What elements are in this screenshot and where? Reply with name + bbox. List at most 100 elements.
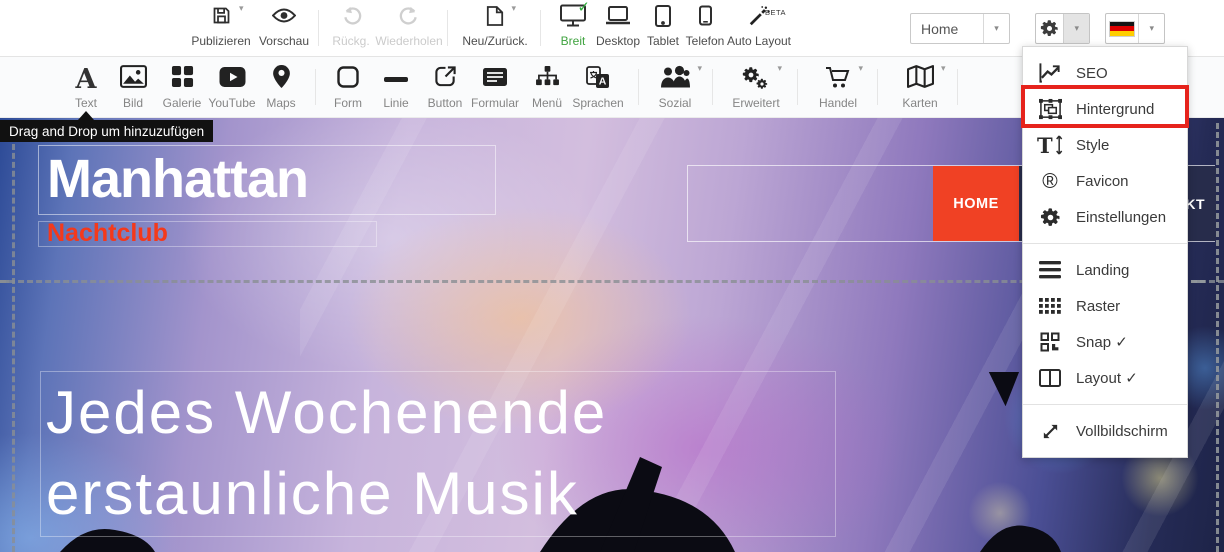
eye-icon	[272, 7, 296, 29]
insert-line-button[interactable]: Linie	[374, 65, 418, 113]
site-subtitle-element[interactable]: Nachtclub	[38, 221, 377, 247]
insert-gallery-label: Galerie	[163, 96, 202, 110]
page-icon	[486, 5, 504, 32]
undo-icon	[341, 5, 362, 31]
lines-icon	[1037, 261, 1063, 279]
viewport-tablet-button[interactable]: Tablet	[642, 5, 684, 53]
insert-languages-label: Sprachen	[572, 96, 623, 110]
insert-form-button[interactable]: Formular	[466, 65, 524, 113]
insert-button-button[interactable]: Button	[420, 65, 470, 113]
insert-cards-button[interactable]: Karten	[894, 65, 946, 113]
caret-down-icon	[697, 63, 702, 74]
insert-commerce-button[interactable]: Handel	[812, 65, 864, 113]
menu-item-einstellungen[interactable]: Einstellungen	[1023, 199, 1187, 235]
line-icon	[384, 77, 408, 82]
insert-text-button[interactable]: A Text	[64, 65, 108, 113]
insert-languages-button[interactable]: A Sprachen	[567, 65, 629, 113]
auto-layout-label: Auto Layout	[727, 34, 791, 48]
settings-gear-button-group[interactable]	[1035, 13, 1090, 44]
preview-button[interactable]: Vorschau	[258, 5, 310, 53]
site-title: Manhattan	[39, 146, 495, 210]
divider	[877, 69, 878, 105]
redo-button[interactable]: Wiederholen	[378, 5, 440, 53]
layout-columns-icon	[1037, 369, 1063, 387]
page-edge-left[interactable]	[12, 144, 15, 552]
gallery-grid-icon	[171, 65, 194, 93]
menu-item-landing[interactable]: Landing	[1023, 252, 1187, 288]
map-icon	[907, 65, 934, 93]
text-style-icon: T	[1037, 135, 1063, 156]
insert-shape-label: Form	[334, 96, 362, 110]
redo-icon	[399, 5, 420, 31]
menu-item-snap[interactable]: Snap ✓	[1023, 324, 1187, 360]
menu-label-vollbildschirm: Vollbildschirm	[1076, 423, 1168, 440]
menu-label-landing: Landing	[1076, 262, 1129, 279]
hero-text-element[interactable]: Jedes Wochenende erstaunliche Musik	[40, 371, 836, 537]
settings-caret-button[interactable]	[1063, 14, 1089, 43]
menu-label-favicon: Favicon	[1076, 173, 1129, 190]
tablet-label: Tablet	[647, 34, 679, 48]
translate-icon: A	[586, 65, 610, 94]
gear-icon[interactable]	[1036, 14, 1063, 43]
language-flag-button-group[interactable]	[1105, 13, 1165, 44]
insert-youtube-label: YouTube	[208, 96, 255, 110]
publish-label: Publizieren	[191, 34, 250, 48]
menu-item-layout[interactable]: Layout ✓	[1023, 360, 1187, 396]
viewport-phone-button[interactable]: Telefon	[682, 5, 728, 53]
menu-item-raster[interactable]: Raster	[1023, 288, 1187, 324]
german-flag-icon[interactable]	[1106, 14, 1138, 43]
map-pin-icon	[273, 65, 290, 93]
insert-gallery-button[interactable]: Galerie	[156, 65, 208, 113]
divider	[540, 10, 541, 46]
insert-image-button[interactable]: Bild	[111, 65, 155, 113]
insert-menu-button[interactable]: Menü	[525, 65, 569, 113]
menu-separator	[1023, 243, 1187, 244]
insert-maps-button[interactable]: Maps	[259, 65, 303, 113]
menu-label-einstellungen: Einstellungen	[1076, 209, 1166, 226]
site-title-element[interactable]: Manhattan	[38, 145, 496, 215]
insert-social-label: Sozial	[659, 96, 692, 110]
language-caret-button[interactable]	[1138, 14, 1164, 43]
app-window: Publizieren Vorschau Rückg. Wiederholen	[0, 0, 1224, 552]
menu-label-snap: Snap ✓	[1076, 333, 1128, 351]
new-back-button[interactable]: Neu/Zurück.	[458, 5, 532, 53]
button-arrow-icon	[434, 65, 457, 93]
text-icon: A	[76, 66, 97, 93]
insert-youtube-button[interactable]: YouTube	[207, 65, 257, 113]
auto-layout-button[interactable]: BETA Auto Layout	[726, 5, 792, 53]
section-handle-left[interactable]	[0, 280, 9, 283]
menu-item-hintergrund[interactable]: Hintergrund	[1023, 91, 1187, 127]
menu-item-seo[interactable]: SEO	[1023, 55, 1187, 91]
menu-separator	[1023, 404, 1187, 405]
section-handle-right[interactable]	[1191, 280, 1205, 283]
viewport-desktop-button[interactable]: Desktop	[592, 5, 644, 53]
drag-drop-tooltip: Drag and Drop um hinzuzufügen	[0, 120, 213, 142]
nav-item-partial[interactable]: KT	[1185, 196, 1205, 212]
insert-image-label: Bild	[123, 96, 143, 110]
page-edge-right[interactable]	[1216, 123, 1219, 552]
insert-text-label: Text	[75, 96, 97, 110]
menu-item-vollbildschirm[interactable]: Vollbildschirm	[1023, 413, 1187, 449]
phone-label: Telefon	[686, 34, 725, 48]
menu-item-style[interactable]: T Style	[1023, 127, 1187, 163]
menu-item-favicon[interactable]: ® Favicon	[1023, 163, 1187, 199]
page-select[interactable]: Home	[910, 13, 1010, 44]
insert-advanced-button[interactable]: Erweitert	[724, 65, 788, 113]
nav-item-home[interactable]: HOME	[933, 166, 1019, 241]
insert-line-label: Linie	[383, 96, 408, 110]
insert-shape-button[interactable]: Form	[326, 65, 370, 113]
viewport-wide-button[interactable]: Breit	[550, 5, 596, 53]
insert-form-label: Formular	[471, 96, 519, 110]
menu-label-seo: SEO	[1076, 65, 1108, 82]
fullscreen-icon	[1037, 422, 1063, 441]
undo-label: Rückg.	[332, 34, 369, 48]
publish-button[interactable]: Publizieren	[190, 5, 252, 53]
snap-icon	[1037, 332, 1063, 352]
insert-menu-label: Menü	[532, 96, 562, 110]
gear-icon	[1037, 207, 1063, 228]
insert-social-button[interactable]: Sozial	[650, 65, 700, 113]
divider	[957, 69, 958, 105]
undo-button[interactable]: Rückg.	[328, 5, 374, 53]
youtube-icon	[219, 67, 246, 92]
caret-down-icon	[239, 3, 244, 14]
